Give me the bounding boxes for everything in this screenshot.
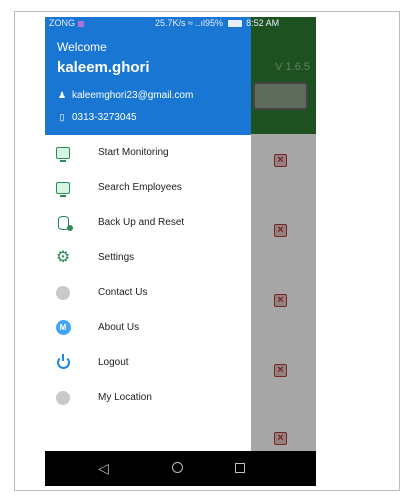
back-icon[interactable]: ◁	[98, 460, 109, 476]
drawer-header: Welcome kaleem.ghori ♟ kaleemghori23@gma…	[45, 17, 251, 135]
email-row: ♟ kaleemghori23@gmail.com	[57, 90, 193, 101]
battery-icon	[227, 20, 242, 28]
location-icon	[55, 390, 71, 406]
phone-row: ▯ 0313-3273045	[57, 112, 137, 123]
menu-item-about-us[interactable]: M About Us	[45, 310, 251, 345]
menu-item-label: Contact Us	[98, 287, 148, 298]
gear-icon: ⚙	[55, 248, 71, 266]
menu-item-label: About Us	[98, 322, 140, 333]
contact-icon	[55, 285, 71, 301]
welcome-label: Welcome	[57, 40, 107, 54]
power-icon	[55, 354, 71, 371]
email-text: kaleemghori23@gmail.com	[72, 90, 194, 101]
username: kaleem.ghori	[57, 59, 150, 76]
monitor-search-icon	[55, 180, 71, 197]
recents-icon[interactable]	[235, 463, 245, 473]
status-bar: ZONG 25.7K/s ≈ ..ıl95% 8:52 AM	[45, 17, 316, 30]
menu-item-label: Search Employees	[98, 182, 182, 193]
menu-item-logout[interactable]: Logout	[45, 345, 251, 380]
menu-item-search-employees[interactable]: Search Employees	[45, 170, 251, 205]
home-icon[interactable]	[172, 462, 183, 473]
menu-item-label: My Location	[98, 392, 152, 403]
phone-screen: V 1.6.5 × × × × × Welcome kaleem.ghori ♟…	[45, 17, 316, 486]
menu-item-start-monitoring[interactable]: Start Monitoring	[45, 135, 251, 170]
menu-item-label: Logout	[98, 357, 129, 368]
about-icon: M	[55, 320, 71, 336]
phone-text: 0313-3273045	[72, 112, 137, 123]
clock: 8:52 AM	[246, 18, 280, 28]
person-icon: ♟	[57, 90, 67, 100]
menu-item-settings[interactable]: ⚙ Settings	[45, 240, 251, 275]
network-speed: 25.7K/s	[155, 18, 186, 28]
monitor-icon	[55, 145, 71, 162]
database-icon	[55, 215, 73, 231]
navigation-drawer: Welcome kaleem.ghori ♟ kaleemghori23@gma…	[45, 17, 251, 451]
phone-icon: ▯	[59, 112, 65, 122]
system-nav-bar: ◁	[45, 451, 316, 486]
menu-item-label: Start Monitoring	[98, 147, 169, 158]
signal-battery: ..ıl95%	[195, 18, 224, 28]
wifi-icon: ≈	[188, 18, 193, 28]
menu-item-my-location[interactable]: My Location	[45, 380, 251, 415]
carrier-label: ZONG	[49, 18, 84, 28]
status-right: 25.7K/s ≈ ..ıl95% 8:52 AM	[155, 18, 279, 28]
menu-item-label: Back Up and Reset	[98, 217, 185, 228]
menu-item-backup-reset[interactable]: Back Up and Reset	[45, 205, 251, 240]
menu-item-contact-us[interactable]: Contact Us	[45, 275, 251, 310]
menu-item-label: Settings	[98, 252, 135, 263]
